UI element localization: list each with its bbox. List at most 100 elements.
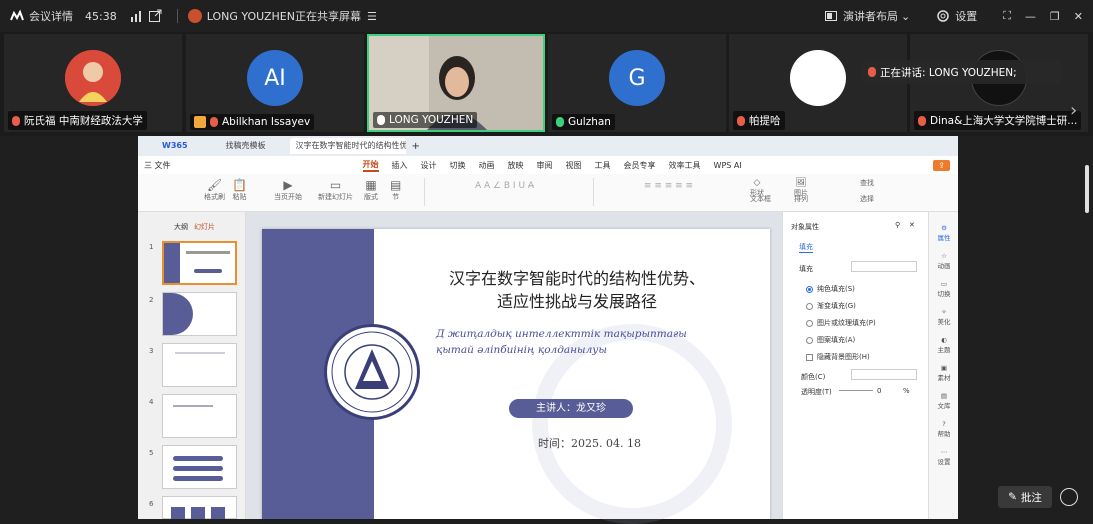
sharing-status[interactable]: LONG YOUZHEN正在共享屏幕 ☰ <box>187 8 377 24</box>
tab-document[interactable]: 汉字在数字智能时代的结构性优势 <box>289 138 406 154</box>
new-tab-icon[interactable]: + <box>412 141 420 152</box>
side-properties[interactable]: ⚙ 属性 <box>929 224 959 242</box>
color-picker[interactable] <box>851 369 917 380</box>
tab-w365[interactable]: W365 <box>156 138 194 154</box>
close-icon[interactable]: ✕ <box>909 221 915 229</box>
radio-icon <box>806 319 813 327</box>
signal-icon[interactable] <box>129 9 143 23</box>
avatar: AI <box>247 50 303 106</box>
side-theme[interactable]: ◐ 主题 <box>929 336 959 354</box>
avatar <box>65 50 121 106</box>
restore-icon[interactable]: ❐ <box>1050 10 1060 23</box>
gallery-right-arrow-icon[interactable]: › <box>1070 100 1077 121</box>
slide-thumbnail[interactable] <box>162 445 237 489</box>
menu-wps-ai[interactable]: WPS AI <box>714 161 742 170</box>
participant-tile[interactable]: 阮氏福 中南财经政法大学 <box>4 34 182 132</box>
speaking-indicator: 正在讲话: LONG YOUZHEN; <box>862 60 1062 84</box>
hide-background-checkbox[interactable]: 隐藏背景图形(H) <box>806 352 870 362</box>
gear-icon <box>937 10 949 22</box>
menu-home[interactable]: 开始 <box>362 159 379 172</box>
radio-icon <box>806 336 813 344</box>
mic-off-icon <box>210 117 218 127</box>
side-beautify[interactable]: ✧ 美化 <box>929 308 959 326</box>
properties-header: 对象属性 <box>791 223 819 231</box>
fill-option-pattern[interactable]: 图案填充(A) <box>806 335 855 345</box>
select-button[interactable]: 选择 <box>860 194 874 204</box>
share-button[interactable]: ⇪ <box>933 159 950 171</box>
slide-thumbnail[interactable] <box>162 394 237 438</box>
participant-name: LONG YOUZHEN <box>373 112 478 128</box>
menu-tools[interactable]: 工具 <box>595 160 611 171</box>
menu-design[interactable]: 设计 <box>421 160 437 171</box>
slide-title-line-2: 适应性挑战与发展路径 <box>496 292 657 311</box>
tab-slides[interactable]: 幻灯片 <box>194 222 215 232</box>
participant-tile-active-speaker[interactable]: LONG YOUZHEN <box>367 34 545 132</box>
menu-transition[interactable]: 切换 <box>450 160 466 171</box>
fullscreen-icon[interactable]: ⛶ <box>1003 9 1011 23</box>
wps-menu-bar: 三 文件 开始 插入 设计 切换 动画 放映 审阅 视图 工具 会员专享 效率工… <box>138 156 958 174</box>
slide-thumbnail[interactable] <box>162 241 237 285</box>
slide-thumbnail[interactable] <box>162 496 237 519</box>
side-help[interactable]: ? 帮助 <box>929 420 959 438</box>
play-from-current-button[interactable]: ▶ 当页开始 <box>274 178 302 202</box>
mic-off-icon <box>737 115 745 126</box>
annotate-button[interactable]: ✎ 批注 <box>998 486 1052 508</box>
fill-section-label: 填充 <box>799 265 813 273</box>
transparency-slider[interactable] <box>839 390 873 391</box>
zoom-icon[interactable] <box>1060 488 1078 506</box>
slide-thumbnail[interactable] <box>162 343 237 387</box>
find-button[interactable]: 查找 <box>860 178 874 188</box>
side-library[interactable]: ▤ 文库 <box>929 392 959 410</box>
menu-efficiency[interactable]: 效率工具 <box>669 160 701 171</box>
fill-type-select[interactable] <box>851 261 917 272</box>
menu-lines-icon[interactable]: ☰ <box>367 10 377 23</box>
fill-option-solid[interactable]: 纯色填充(S) <box>806 284 855 294</box>
side-assets[interactable]: ▣ 素材 <box>929 364 959 382</box>
font-controls[interactable]: A A ∠ B I U A̶ <box>424 178 584 206</box>
meeting-details-button[interactable]: 会议详情 <box>10 8 73 24</box>
side-transition[interactable]: ▭ 切换 <box>929 280 959 298</box>
menu-view[interactable]: 视图 <box>566 160 582 171</box>
menu-file[interactable]: 三 文件 <box>144 160 171 171</box>
settings-button[interactable]: 设置 <box>936 8 977 24</box>
color-label: 颜色(C) <box>801 373 826 381</box>
current-slide[interactable]: 汉字在数字智能时代的结构性优势、 适应性挑战与发展路径 Д жиҭалдық и… <box>262 229 770 524</box>
menu-slideshow[interactable]: 放映 <box>508 160 524 171</box>
slide-thumbnail[interactable] <box>162 292 237 336</box>
pin-icon[interactable]: ⚲ <box>895 221 900 229</box>
slide-number: 5 <box>149 449 154 457</box>
paragraph-controls[interactable]: ≡ ≡ ≡ ≡ ≡ <box>593 178 743 206</box>
fill-option-picture[interactable]: 图片或纹理填充(P) <box>806 318 876 328</box>
menu-review[interactable]: 审阅 <box>537 160 553 171</box>
tab-templates[interactable]: 找稿壳模板 <box>220 138 272 154</box>
new-slide-button[interactable]: ▭ 新建幻灯片 <box>318 178 353 202</box>
arrange-button[interactable]: 排列 <box>794 194 808 204</box>
scrollbar[interactable] <box>1085 165 1089 213</box>
menu-member[interactable]: 会员专享 <box>624 160 656 171</box>
textbox-button[interactable]: 文本框 <box>750 194 771 204</box>
wps-ribbon: 🖌 格式刷 📋 粘贴 ▶ 当页开始 ▭ 新建幻灯片 ▦ 版式 ▤ 节 A A ∠ B I U… <box>138 174 958 212</box>
object-properties-panel: 对象属性 ⚲ ✕ 填充 填充 纯色填充(S) 渐变填充(G) 图片或纹理填充(P… <box>782 212 928 519</box>
layout-button[interactable]: 演讲者布局 ⌄ <box>824 8 910 24</box>
fill-option-gradient[interactable]: 渐变填充(G) <box>806 301 856 311</box>
section-button[interactable]: ▤ 节 <box>390 178 401 202</box>
tab-outline[interactable]: 大纲 <box>174 222 188 232</box>
slide-number: 4 <box>149 398 154 406</box>
side-settings[interactable]: ⋯ 设置 <box>929 448 959 466</box>
settings-label: 设置 <box>955 10 978 23</box>
popout-icon[interactable] <box>148 9 162 23</box>
participant-tile[interactable]: AI Abilkhan Issayev <box>186 34 364 132</box>
close-icon[interactable]: ✕ <box>1074 10 1083 23</box>
avatar-photo-icon <box>65 50 121 106</box>
layout-button[interactable]: ▦ 版式 <box>364 178 378 202</box>
transparency-value[interactable]: 0 <box>877 387 881 395</box>
minimize-icon[interactable]: — <box>1025 10 1036 23</box>
chevron-down-icon: ⌄ <box>900 9 911 23</box>
menu-insert[interactable]: 插入 <box>392 160 408 171</box>
format-painter-button[interactable]: 🖌 格式刷 <box>204 178 225 202</box>
paste-button[interactable]: 📋 粘贴 <box>232 178 247 202</box>
fill-tab[interactable]: 填充 <box>799 242 813 253</box>
participant-tile[interactable]: G Gulzhan <box>548 34 726 132</box>
menu-animation[interactable]: 动画 <box>479 160 495 171</box>
side-animation[interactable]: ☆ 动画 <box>929 252 959 270</box>
